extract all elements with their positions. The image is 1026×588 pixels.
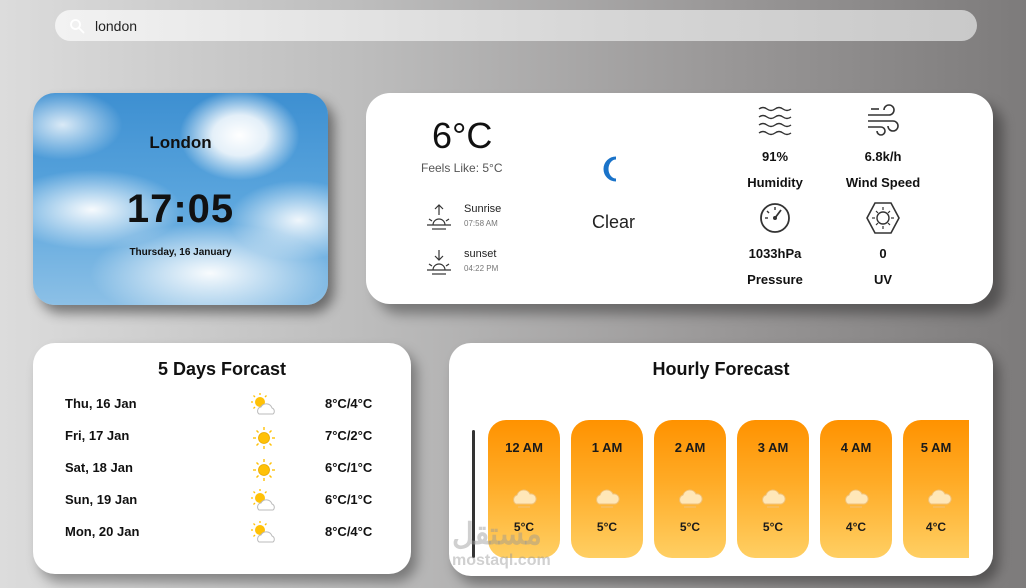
day-row: Thu, 16 Jan 8°C/4°C [65, 393, 385, 418]
hour-card: 3 AM 5°C [737, 420, 809, 558]
hour-label: 5 AM [920, 440, 952, 455]
hour-card: 5 AM 4°C [903, 420, 969, 558]
day-name: Sat, 18 Jan [65, 460, 133, 475]
wind-label: Wind Speed [845, 175, 921, 190]
hour-temp: 5°C [762, 520, 784, 534]
wind-value: 6.8k/h [864, 149, 902, 164]
partly-cloudy-icon [251, 393, 275, 415]
sunset-row: sunset 04:22 PM [426, 248, 498, 276]
five-day-forecast-card: 5 Days Forcast Thu, 16 Jan 8°C/4°C Fri, … [33, 343, 411, 574]
five-day-title: 5 Days Forcast [157, 359, 287, 379]
search-icon [70, 18, 85, 33]
day-name: Sun, 19 Jan [65, 492, 138, 507]
gauge-icon [760, 203, 790, 233]
watermark-arabic: مستقل [452, 518, 542, 551]
hour-temp: 4°C [925, 520, 947, 534]
uv-stat: 0 UV [833, 200, 933, 287]
humidity-stat: 91% Humidity [725, 103, 825, 190]
cloud-icon [513, 489, 537, 508]
wind-stat: 6.8k/h Wind Speed [833, 103, 933, 190]
day-name: Thu, 16 Jan [65, 396, 137, 411]
uv-label: UV [873, 272, 893, 287]
hour-temp: 5°C [679, 520, 701, 534]
sunset-time: 04:22 PM [464, 264, 499, 273]
cloud-icon [679, 489, 703, 508]
local-date: Thursday, 16 January [129, 247, 232, 258]
current-weather-card: 6°C Feels Like: 5°C Sunrise 07:58 AM sun… [366, 93, 993, 304]
sunset-icon [427, 250, 451, 275]
local-time: 17:05 [126, 187, 235, 231]
hour-temp: 4°C [845, 520, 867, 534]
day-name: Fri, 17 Jan [65, 428, 130, 443]
watermark-latin: mostaql.com [452, 552, 551, 569]
day-name: Mon, 20 Jan [65, 524, 140, 539]
cloud-icon [845, 489, 869, 508]
day-row: Sat, 18 Jan 6°C/1°C [65, 459, 385, 482]
sunrise-label: Sunrise [464, 203, 502, 215]
hour-card: 4 AM 4°C [820, 420, 892, 558]
day-temp-range: 8°C/4°C [325, 524, 373, 539]
sun-icon [253, 459, 275, 481]
uv-value: 0 [879, 246, 887, 261]
day-temp-range: 7°C/2°C [325, 428, 373, 443]
day-temp-range: 6°C/1°C [325, 460, 373, 475]
humidity-value: 91% [761, 149, 789, 164]
partly-cloudy-icon [251, 521, 275, 543]
day-temp-range: 6°C/1°C [325, 492, 373, 507]
hour-label: 1 AM [591, 440, 623, 455]
waves-icon [758, 106, 792, 136]
search-bar[interactable] [55, 10, 977, 41]
day-row: Fri, 17 Jan 7°C/2°C [65, 427, 385, 450]
search-input[interactable] [95, 17, 895, 34]
cloud-icon [762, 489, 786, 508]
partly-cloudy-icon [251, 489, 275, 511]
sunrise-row: Sunrise 07:58 AM [426, 203, 501, 231]
sunrise-icon [427, 204, 451, 230]
moon-icon [603, 156, 617, 182]
hour-card: 2 AM 5°C [654, 420, 726, 558]
current-temperature: 6°C [432, 115, 493, 156]
hour-label: 4 AM [840, 440, 872, 455]
day-row: Sun, 19 Jan 6°C/1°C [65, 489, 385, 514]
hour-label: 2 AM [674, 440, 706, 455]
city-name: London [149, 133, 212, 152]
uv-icon [866, 202, 900, 234]
day-temp-range: 8°C/4°C [325, 396, 373, 411]
hour-card: 1 AM 5°C [571, 420, 643, 558]
condition-text: Clear [592, 212, 636, 232]
cloud-icon [596, 489, 620, 508]
wind-icon [868, 104, 899, 136]
feels-like: Feels Like: 5°C [421, 161, 503, 175]
humidity-label: Humidity [747, 175, 803, 190]
hour-temp: 5°C [596, 520, 618, 534]
watermark: مستقل mostaql.com [452, 520, 551, 570]
city-time-card: London 17:05 Thursday, 16 January [33, 93, 328, 305]
hour-label: 12 AM [505, 440, 543, 455]
sunset-label: sunset [464, 248, 497, 260]
hourly-title: Hourly Forecast [652, 359, 790, 379]
cloud-icon [928, 489, 952, 508]
sun-icon [253, 427, 275, 449]
pressure-value: 1033hPa [748, 246, 802, 261]
day-row: Mon, 20 Jan 8°C/4°C [65, 521, 385, 546]
sunrise-time: 07:58 AM [464, 219, 498, 228]
hour-label: 3 AM [757, 440, 789, 455]
pressure-stat: 1033hPa Pressure [725, 200, 825, 287]
pressure-label: Pressure [747, 272, 803, 287]
